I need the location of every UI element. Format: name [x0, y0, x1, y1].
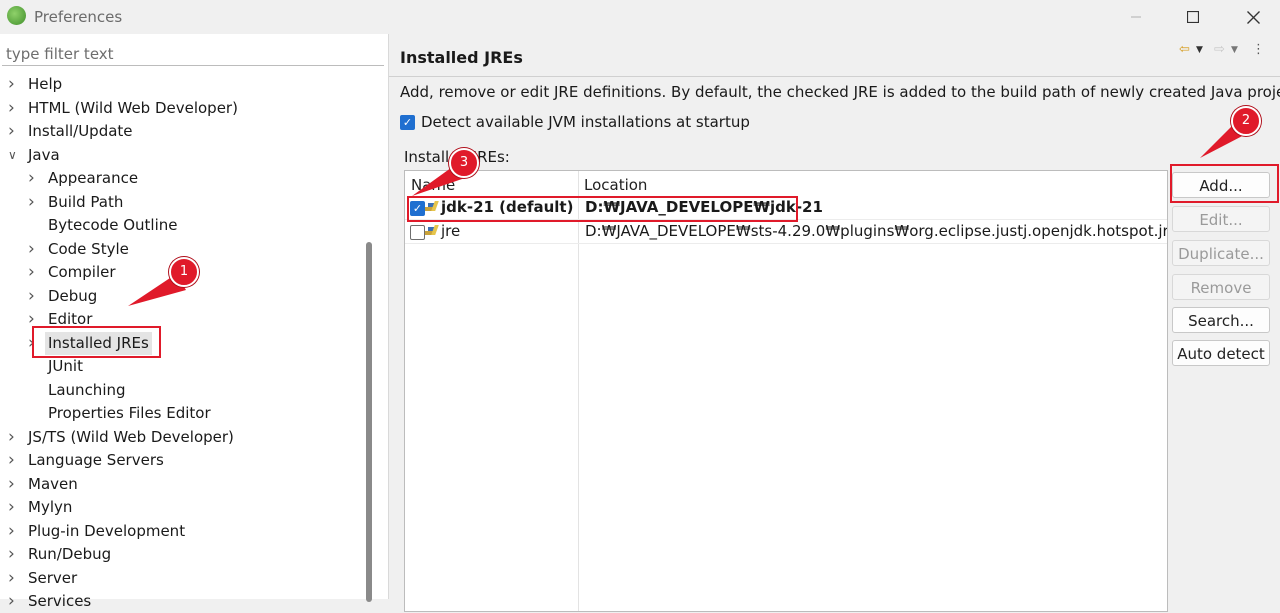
annotation-arrows [128, 122, 1250, 306]
annotation-badge-2: 2 [1231, 106, 1261, 136]
annotation-badge-1: 1 [169, 257, 199, 287]
annotation-badge-3: 3 [449, 148, 479, 178]
